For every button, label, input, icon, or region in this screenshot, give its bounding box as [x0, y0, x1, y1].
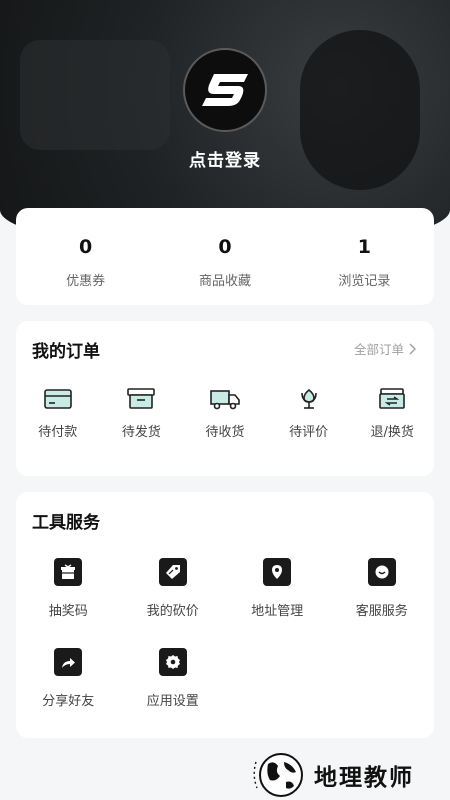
settings-icon: [158, 648, 187, 676]
chat-icon: [367, 558, 396, 586]
exchange-icon: [379, 388, 405, 409]
avatar[interactable]: [183, 48, 267, 132]
tool-app-settings[interactable]: 应用设置: [121, 648, 226, 738]
order-label: 待评价: [289, 425, 329, 440]
all-orders-link[interactable]: 全部订单: [354, 339, 416, 358]
stat-value: 1: [357, 236, 371, 258]
tools-title: 工具服务: [32, 513, 100, 533]
tool-customer-service[interactable]: 客服服务: [330, 558, 435, 648]
tool-label: 应用设置: [146, 694, 199, 709]
order-pending-shipment[interactable]: 待发货: [100, 387, 184, 440]
box-icon: [127, 388, 156, 409]
flower-icon: [300, 388, 317, 409]
watermark: 地理教师: [248, 752, 414, 798]
orders-title: 我的订单: [32, 342, 100, 362]
tools-card: 工具服务 抽奖码 我的砍价 地址管理 客服服务 分享好友 应用设置: [16, 492, 434, 738]
orders-card: 我的订单 全部订单 待付款 待发货 待收货 待评价 退/换货: [16, 321, 434, 476]
order-label: 待收货: [205, 425, 245, 440]
tool-address-management[interactable]: 地址管理: [225, 558, 330, 648]
location-icon: [263, 558, 292, 586]
chevron-right-icon: [409, 343, 416, 354]
stats-card: 0 优惠券 0 商品收藏 1 浏览记录: [16, 208, 434, 305]
stat-favorites[interactable]: 0 商品收藏: [155, 208, 294, 305]
stat-history[interactable]: 1 浏览记录: [295, 208, 434, 305]
tool-share-friends[interactable]: 分享好友: [16, 648, 121, 738]
share-icon: [54, 648, 83, 676]
tool-my-bargain[interactable]: 我的砍价: [121, 558, 226, 648]
tool-label: 我的砍价: [146, 604, 199, 619]
brand-logo-icon: [202, 74, 248, 106]
stat-value: 0: [79, 236, 93, 258]
order-label: 退/换货: [370, 425, 414, 440]
card-icon: [43, 389, 72, 409]
order-pending-review[interactable]: 待评价: [267, 387, 351, 440]
all-orders-label: 全部订单: [353, 342, 404, 357]
watermark-text: 地理教师: [314, 765, 414, 791]
order-pending-payment[interactable]: 待付款: [16, 387, 100, 440]
order-pending-receipt[interactable]: 待收货: [183, 387, 267, 440]
gift-icon: [54, 558, 83, 586]
stat-value: 0: [218, 236, 232, 258]
login-button[interactable]: 点击登录: [0, 146, 450, 171]
globe-logo-icon: [253, 753, 303, 797]
stat-label: 优惠券: [66, 274, 106, 289]
tool-label: 分享好友: [42, 694, 95, 709]
tool-label: 抽奖码: [48, 604, 88, 619]
tool-label: 客服服务: [355, 604, 408, 619]
order-refund-exchange[interactable]: 退/换货: [350, 387, 434, 440]
tag-icon: [158, 558, 187, 586]
truck-icon: [210, 390, 240, 410]
stat-label: 商品收藏: [198, 274, 251, 289]
stat-label: 浏览记录: [338, 274, 391, 289]
order-label: 待发货: [121, 425, 161, 440]
order-label: 待付款: [38, 425, 78, 440]
stat-coupons[interactable]: 0 优惠券: [16, 208, 155, 305]
tool-label: 地址管理: [251, 604, 304, 619]
tool-lottery-code[interactable]: 抽奖码: [16, 558, 121, 648]
